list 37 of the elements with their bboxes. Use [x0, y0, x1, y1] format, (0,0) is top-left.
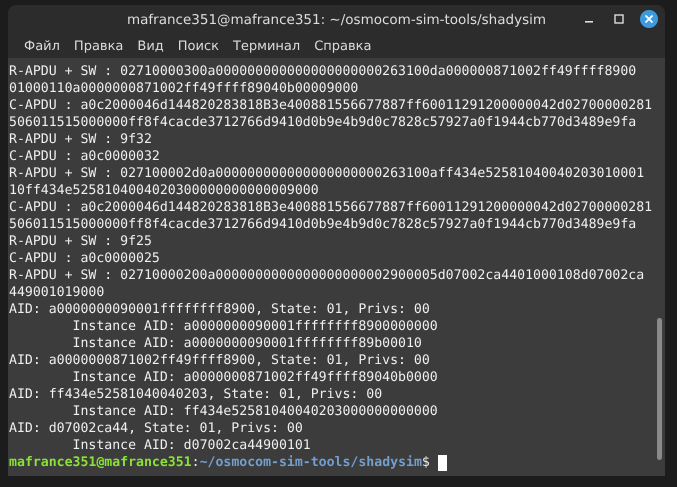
menu-item[interactable]: Файл: [16, 37, 68, 56]
output-line: 01000110a0000000871002ff49ffff89040b00009000: [9, 80, 358, 97]
output-line: C-APDU : a0c2000046d144820283818B3e400881556677887ff60011291200000042d02700000281: [9, 199, 652, 216]
output-line: Instance AID: a0000000090001ffffffff8900000000: [72, 318, 438, 335]
output-line: AID: a0000000090001ffffffff8900, State: 01, Privs: 00: [9, 301, 430, 318]
output-line: C-APDU : a0c0000032: [9, 148, 160, 165]
output-line: R-APDU + SW : 9f32: [9, 131, 152, 148]
output-line: R-APDU + SW : 02710000300a000000000000000000000263100da000000871002ff49ffff8900: [9, 63, 636, 80]
menu-item[interactable]: Справка: [306, 37, 380, 56]
output-line: C-APDU : a0c0000025: [9, 250, 160, 267]
output-line: R-APDU + SW : 9f25: [9, 233, 152, 250]
output-line: R-APDU + SW : 02710000200a0000000000000000000002900005d07002ca4401000108d07002ca: [9, 267, 644, 284]
output-line: C-APDU : a0c2000046d144820283818B3e400881556677887ff60011291200000042d02700000281: [9, 97, 652, 114]
prompt-user-host: mafrance351@mafrance351: [9, 454, 192, 471]
menu-item[interactable]: Терминал: [224, 37, 308, 56]
output-line: AID: a0000000871002ff49ffff8900, State: 01, Privs: 00: [9, 352, 430, 369]
output-line: 449001019000: [9, 284, 104, 301]
output-line: AID: ff434e52581040040203, State: 01, Privs: 00: [9, 386, 382, 403]
output-line: Instance AID: d07002ca44900101: [72, 437, 311, 454]
scrollbar-thumb[interactable]: [657, 318, 662, 460]
menu-item[interactable]: Поиск: [170, 37, 227, 56]
output-line: 10ff434e5258104004020300000000000009000: [9, 182, 319, 199]
text-cursor: [438, 454, 447, 470]
output-line: Instance AID: a0000000871002ff49ffff89040b0000: [72, 369, 438, 386]
output-line: AID: d07002ca44, State: 01, Privs: 00: [9, 420, 303, 437]
prompt-path: ~/osmocom-sim-tools/shadysim: [200, 454, 422, 471]
output-line: Instance AID: ff434e52581040040203000000000000: [72, 403, 438, 420]
close-icon[interactable]: [639, 9, 659, 29]
output-line: R-APDU + SW : 027100002d0a000000000000000000000263100aff434e52581040040203010001: [9, 165, 644, 182]
window-title: mafrance351@mafrance351: ~/osmocom-sim-tools/shadysim: [126, 12, 546, 28]
output-line: 506011515000000ff8f4cacde3712766d9410d0b9e4b9d0c7828c57927a0f1944cb770d3489e9fa: [9, 114, 636, 131]
menu-item[interactable]: Вид: [129, 37, 172, 56]
output-line: 506011515000000ff8f4cacde3712766d9410d0b9e4b9d0c7828c57927a0f1944cb770d3489e9fa: [9, 216, 636, 233]
prompt-separator: :: [192, 454, 200, 471]
prompt-symbol: $: [422, 454, 430, 471]
output-line: Instance AID: a0000000090001ffffffff89b00010: [72, 335, 422, 352]
menu-item[interactable]: Правка: [66, 37, 132, 56]
